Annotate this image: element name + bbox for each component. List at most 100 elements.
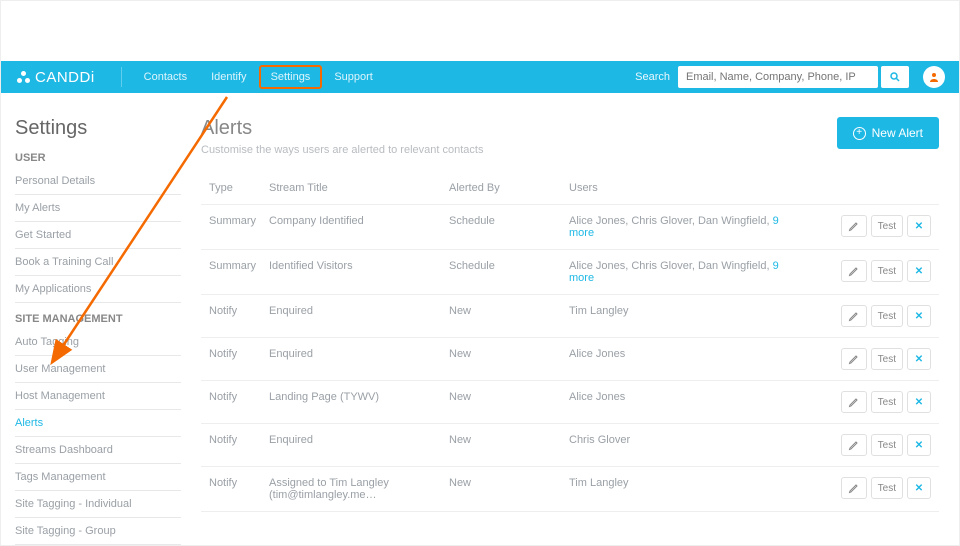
sidebar-section-user: USER (15, 152, 181, 164)
cell-alerted-by: Schedule (449, 260, 569, 272)
test-button[interactable]: Test (871, 348, 903, 370)
cell-type: Notify (209, 391, 269, 403)
edit-button[interactable] (841, 434, 867, 456)
col-head-type: Type (209, 182, 269, 194)
test-button[interactable]: Test (871, 260, 903, 282)
cell-stream-title: Landing Page (TYWV) (269, 391, 449, 403)
sidebar-item-site-tagging-individual[interactable]: Site Tagging - Individual (15, 491, 181, 518)
cell-type: Summary (209, 260, 269, 272)
new-alert-button[interactable]: + New Alert (837, 117, 939, 149)
sidebar-item-user-management[interactable]: User Management (15, 356, 181, 383)
delete-button[interactable]: ✕ (907, 305, 931, 327)
top-nav: Contacts Identify Settings Support (132, 65, 385, 89)
delete-button[interactable]: ✕ (907, 215, 931, 237)
sidebar-item-book-training[interactable]: Book a Training Call (15, 249, 181, 276)
cell-actions: Test✕ (801, 434, 931, 456)
search-button[interactable] (881, 66, 909, 88)
close-icon: ✕ (915, 266, 923, 277)
sidebar: Settings USER Personal Details My Alerts… (1, 93, 181, 545)
page-title: Settings (15, 117, 181, 140)
cell-alerted-by: New (449, 434, 569, 446)
pencil-icon (848, 353, 860, 365)
cell-type: Notify (209, 477, 269, 489)
cell-stream-title: Enquired (269, 434, 449, 446)
search-icon (889, 71, 901, 83)
cell-actions: Test ✕ (801, 260, 931, 282)
cell-users: Alice Jones (569, 391, 801, 403)
nav-contacts[interactable]: Contacts (132, 65, 199, 89)
cell-users: Alice Jones, Chris Glover, Dan Wingfield… (569, 260, 801, 284)
delete-button[interactable]: ✕ (907, 477, 931, 499)
avatar[interactable] (923, 66, 945, 88)
test-button[interactable]: Test (871, 391, 903, 413)
main-subtitle: Customise the ways users are alerted to … (201, 144, 483, 156)
cell-type: Notify (209, 348, 269, 360)
cell-actions: Test✕ (801, 477, 931, 499)
cell-alerted-by: New (449, 391, 569, 403)
pencil-icon (848, 482, 860, 494)
delete-button[interactable]: ✕ (907, 391, 931, 413)
cell-alerted-by: New (449, 477, 569, 489)
cell-actions: Test ✕ (801, 215, 931, 237)
delete-button[interactable]: ✕ (907, 434, 931, 456)
cell-actions: Test ✕ (801, 391, 931, 413)
new-alert-label: New Alert (872, 126, 923, 140)
cell-type: Summary (209, 215, 269, 227)
col-head-alerted-by: Alerted By (449, 182, 569, 194)
cell-actions: Test ✕ (801, 305, 931, 327)
nav-identify[interactable]: Identify (199, 65, 258, 89)
sidebar-item-personal-details[interactable]: Personal Details (15, 168, 181, 195)
main-title: Alerts (201, 117, 483, 140)
users-more-link[interactable]: 9 more (569, 215, 779, 239)
cell-type: Notify (209, 434, 269, 446)
edit-button[interactable] (841, 477, 867, 499)
sidebar-item-alerts[interactable]: Alerts (15, 410, 181, 437)
edit-button[interactable] (841, 215, 867, 237)
edit-button[interactable] (841, 391, 867, 413)
test-button[interactable]: Test (871, 434, 903, 456)
users-more-link[interactable]: 9 more (569, 260, 779, 284)
test-button[interactable]: Test (871, 215, 903, 237)
cell-stream-title: Identified Visitors (269, 260, 449, 272)
edit-button[interactable] (841, 305, 867, 327)
sidebar-item-auto-tagging[interactable]: Auto Tagging (15, 329, 181, 356)
search-box (678, 66, 909, 88)
sidebar-item-site-tagging-group[interactable]: Site Tagging - Group (15, 518, 181, 545)
avatar-icon (928, 71, 940, 83)
close-icon: ✕ (915, 311, 923, 322)
cell-alerted-by: Schedule (449, 215, 569, 227)
edit-button[interactable] (841, 348, 867, 370)
sidebar-item-get-started[interactable]: Get Started (15, 222, 181, 249)
header-bar: CANDDi Contacts Identify Settings Suppor… (1, 61, 959, 93)
edit-button[interactable] (841, 260, 867, 282)
table-head: Type Stream Title Alerted By Users (201, 172, 939, 205)
cell-stream-title: Company Identified (269, 215, 449, 227)
cell-alerted-by: New (449, 305, 569, 317)
sidebar-item-host-management[interactable]: Host Management (15, 383, 181, 410)
close-icon: ✕ (915, 354, 923, 365)
pencil-icon (848, 220, 860, 232)
col-head-users: Users (569, 182, 801, 194)
delete-button[interactable]: ✕ (907, 260, 931, 282)
table-row: NotifyLanding Page (TYWV)NewAlice Jones … (201, 381, 939, 424)
cell-stream-title: Enquired (269, 348, 449, 360)
test-button[interactable]: Test (871, 477, 903, 499)
table-row: NotifyEnquiredNewTim Langley Test✕ (201, 295, 939, 338)
search-input[interactable] (678, 66, 878, 88)
nav-settings[interactable]: Settings (259, 65, 323, 89)
sidebar-item-streams-dashboard[interactable]: Streams Dashboard (15, 437, 181, 464)
pencil-icon (848, 439, 860, 451)
brand-logo-icon (15, 69, 31, 85)
sidebar-item-tags-management[interactable]: Tags Management (15, 464, 181, 491)
delete-button[interactable]: ✕ (907, 348, 931, 370)
close-icon: ✕ (915, 397, 923, 408)
sidebar-item-my-alerts[interactable]: My Alerts (15, 195, 181, 222)
test-button[interactable]: Test (871, 305, 903, 327)
top-strip (1, 1, 959, 61)
logo[interactable]: CANDDi (15, 69, 95, 86)
sidebar-item-my-applications[interactable]: My Applications (15, 276, 181, 303)
divider (121, 67, 122, 87)
pencil-icon (848, 396, 860, 408)
close-icon: ✕ (915, 221, 923, 232)
nav-support[interactable]: Support (322, 65, 385, 89)
